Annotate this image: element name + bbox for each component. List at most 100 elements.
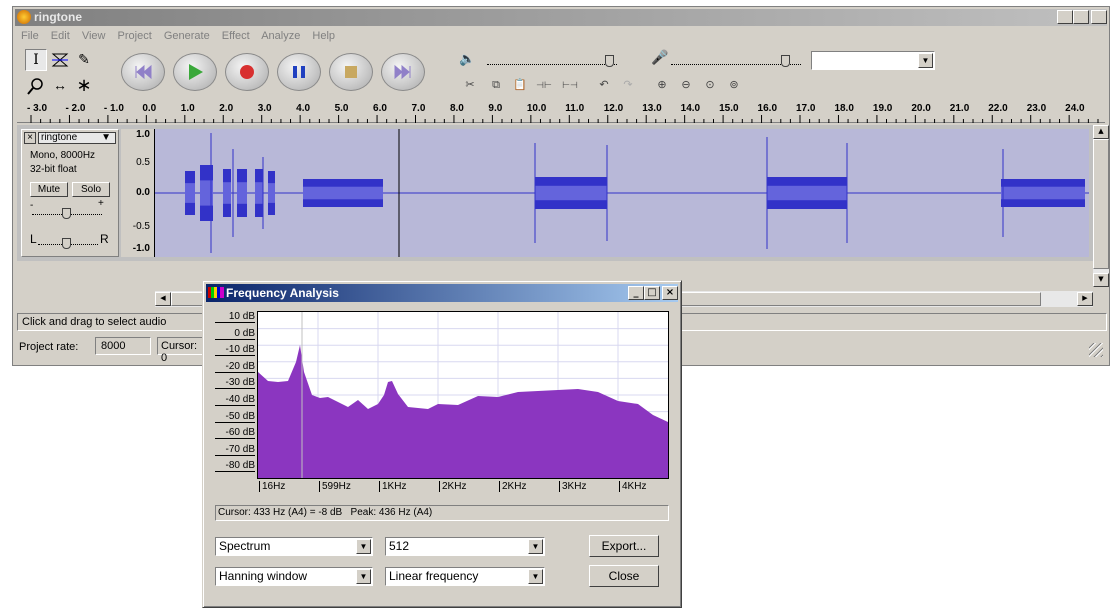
waveform-rms <box>767 185 847 201</box>
waveform-rms <box>255 182 263 204</box>
multi-tool-icon[interactable]: ∗ <box>73 75 95 97</box>
close-button[interactable]: × <box>1091 10 1107 24</box>
play-icon <box>189 64 203 80</box>
silence-icon[interactable]: ⊢⊣ <box>559 75 581 97</box>
menu-file[interactable]: File <box>21 30 39 42</box>
axis-mode-select[interactable]: Linear frequency ▼ <box>385 567 545 586</box>
maximize-button[interactable]: □ <box>1073 10 1089 24</box>
fit-project-icon[interactable]: ⊚ <box>723 75 745 97</box>
pause-button[interactable] <box>277 53 321 91</box>
mute-button[interactable]: Mute <box>30 182 68 197</box>
status-hint: Click and drag to select audio <box>22 316 167 328</box>
window-function-select[interactable]: Hanning window ▼ <box>215 567 373 586</box>
frequency-axis-label: 599Hz <box>319 481 351 492</box>
cut-icon[interactable]: ✂ <box>459 75 481 97</box>
close-dialog-button[interactable]: Close <box>589 565 659 587</box>
chevron-down-icon[interactable]: ▼ <box>356 569 371 584</box>
fit-selection-icon[interactable]: ⊙ <box>699 75 721 97</box>
menu-edit[interactable]: Edit <box>51 30 70 42</box>
scroll-up-button[interactable]: ▲ <box>1093 125 1109 139</box>
scroll-right-button[interactable]: ▶ <box>1077 292 1093 306</box>
resize-grip-icon[interactable] <box>1089 343 1103 357</box>
copy-icon[interactable]: ⧉ <box>485 75 507 97</box>
db-axis-label: -40 dB <box>215 394 255 406</box>
ruler-tick-label: 9.0 <box>488 103 503 114</box>
timeshift-tool-icon[interactable]: ↔ <box>49 75 71 97</box>
solo-button[interactable]: Solo <box>72 182 110 197</box>
chevron-down-icon[interactable]: ▼ <box>528 539 543 554</box>
size-value: 512 <box>389 539 410 553</box>
zoom-in-icon[interactable]: ⊕ <box>651 75 673 97</box>
skip-end-button[interactable] <box>381 53 425 91</box>
pan-slider-thumb[interactable] <box>62 238 71 249</box>
size-select[interactable]: 512 ▼ <box>385 537 545 556</box>
ruler-tick-label: 5.0 <box>334 103 349 114</box>
ruler-tick-label: 1.0 <box>180 103 195 114</box>
play-button[interactable] <box>173 53 217 91</box>
db-axis-label: -20 dB <box>215 361 255 373</box>
project-rate-field[interactable]: 8000 <box>95 337 151 355</box>
track-close-button[interactable]: × <box>24 132 36 144</box>
input-volume-thumb[interactable] <box>781 55 790 67</box>
scroll-thumb[interactable] <box>1093 139 1109 269</box>
spectrum-plot[interactable] <box>257 311 669 479</box>
speaker-icon: 🔈 <box>459 51 476 66</box>
waveform[interactable] <box>155 129 1089 257</box>
algorithm-value: Spectrum <box>219 539 271 553</box>
menu-generate[interactable]: Generate <box>164 30 210 42</box>
vertical-scrollbar[interactable]: ▲ ▼ <box>1093 125 1109 287</box>
scale-label: 1.0 <box>136 129 150 140</box>
menu-view[interactable]: View <box>82 30 106 42</box>
undo-icon[interactable]: ↶ <box>593 75 615 97</box>
record-button[interactable] <box>225 53 269 91</box>
trim-icon[interactable]: ⊣⊢ <box>533 75 555 97</box>
ruler-tick-label: 2.0 <box>219 103 234 114</box>
track-name: ringtone <box>41 132 78 143</box>
track-name-menu[interactable]: ringtone ▼ <box>38 132 116 144</box>
db-axis-label: -10 dB <box>215 344 255 357</box>
skip-start-button[interactable] <box>121 53 165 91</box>
ruler-tick-label: 12.0 <box>603 103 624 114</box>
frequency-axis-label: 3KHz <box>559 481 586 492</box>
db-axis-label: -70 dB <box>215 444 255 456</box>
chevron-down-icon[interactable]: ▼ <box>528 569 543 584</box>
ruler-tick-label: - 1.0 <box>103 103 124 114</box>
chevron-down-icon[interactable]: ▼ <box>918 53 933 68</box>
stop-button[interactable] <box>329 53 373 91</box>
minimize-button[interactable]: _ <box>1057 10 1073 24</box>
gain-slider-thumb[interactable] <box>62 208 71 219</box>
export-button[interactable]: Export... <box>589 535 659 557</box>
readout-text: Cursor: 433 Hz (A4) = -8 dB Peak: 436 Hz… <box>218 507 433 518</box>
track-control-panel: × ringtone ▼ Mono, 8000Hz 32-bit float M… <box>21 129 119 257</box>
ruler-tick-label: 24.0 <box>1065 103 1085 114</box>
zoom-out-icon[interactable]: ⊖ <box>675 75 697 97</box>
menu-effect[interactable]: Effect <box>222 30 250 42</box>
input-source-select[interactable]: ▼ <box>811 51 935 70</box>
gain-minus-label: - <box>30 200 34 211</box>
menu-project[interactable]: Project <box>118 30 152 42</box>
dialog-maximize-button[interactable]: □ <box>644 286 660 300</box>
selection-tool-icon[interactable]: I <box>25 49 47 71</box>
mixer-toolbar: 🔈 🎤 <box>451 49 811 73</box>
draw-tool-icon[interactable]: ✎ <box>73 49 95 71</box>
zoom-tool-icon[interactable] <box>25 75 47 97</box>
main-title-bar[interactable]: ringtone _ □ × <box>15 9 1107 26</box>
frequency-axis: 16Hz 599Hz 1KHz 2KHz 2KHz 3KHz 4KHz <box>257 479 669 497</box>
output-volume-thumb[interactable] <box>605 55 614 67</box>
menu-help[interactable]: Help <box>312 30 335 42</box>
dialog-title-bar[interactable]: Frequency Analysis _ □ × <box>206 284 678 302</box>
chevron-down-icon[interactable]: ▼ <box>356 539 371 554</box>
dialog-minimize-button[interactable]: _ <box>628 286 644 300</box>
scroll-down-button[interactable]: ▼ <box>1093 273 1109 287</box>
envelope-tool-icon[interactable] <box>49 49 71 71</box>
menu-analyze[interactable]: Analyze <box>261 30 300 42</box>
dialog-close-button[interactable]: × <box>662 286 678 300</box>
scroll-left-button[interactable]: ◀ <box>155 292 171 306</box>
paste-icon[interactable]: 📋 <box>509 75 531 97</box>
output-volume-slider[interactable] <box>487 59 617 65</box>
algorithm-select[interactable]: Spectrum ▼ <box>215 537 373 556</box>
ruler-tick-label: 15.0 <box>719 103 739 114</box>
redo-icon[interactable]: ↷ <box>617 75 639 97</box>
timeline-ruler[interactable]: - 3.0 - 2.0 - 1.0 0.0 1.0 2.0 3.0 4.0 5.0 6.0 7.0 8… <box>17 103 1105 123</box>
db-axis-label: 10 dB <box>215 311 255 323</box>
